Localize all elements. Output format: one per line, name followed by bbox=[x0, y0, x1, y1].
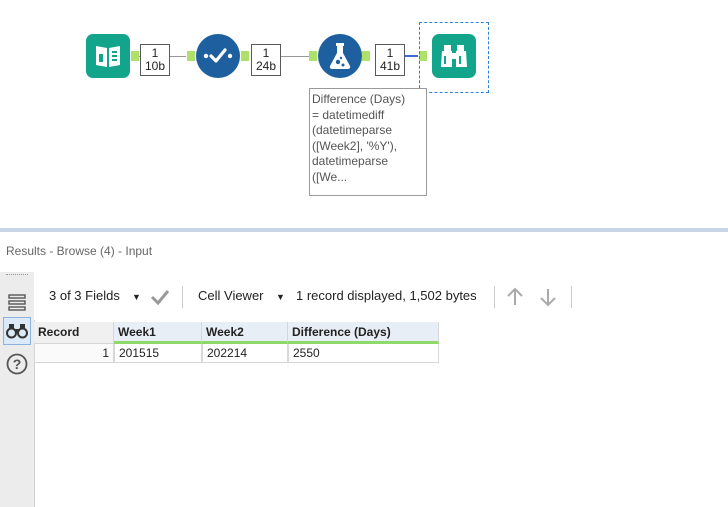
output-anchor[interactable] bbox=[131, 51, 139, 61]
results-toolbar: 3 of 3 Fields ▼ Cell Viewer ▼ 1 record d… bbox=[34, 272, 728, 320]
svg-text:?: ? bbox=[13, 356, 22, 372]
formula-tool[interactable] bbox=[318, 34, 362, 78]
input-anchor[interactable] bbox=[187, 51, 195, 61]
chevron-down-icon[interactable]: ▼ bbox=[132, 292, 141, 302]
column-header-difference-days[interactable]: Difference (Days) bbox=[288, 322, 439, 344]
output-anchor[interactable] bbox=[241, 51, 249, 61]
select-tool[interactable] bbox=[196, 34, 240, 78]
badge-size: 41b bbox=[379, 59, 401, 73]
input-anchor[interactable] bbox=[309, 51, 317, 61]
toolbar-divider bbox=[494, 286, 495, 308]
chevron-down-icon[interactable]: ▼ bbox=[276, 292, 285, 302]
grip-handle[interactable] bbox=[6, 274, 28, 278]
apply-check-icon[interactable] bbox=[150, 289, 170, 305]
record-count-badge: 1 24b bbox=[251, 44, 281, 76]
binoculars-icon bbox=[6, 324, 28, 339]
help-button[interactable]: ? bbox=[3, 350, 31, 378]
toolbar-divider bbox=[571, 286, 572, 308]
checkmark-icon bbox=[203, 48, 233, 63]
arrow-up-icon[interactable] bbox=[506, 287, 524, 307]
browse-tool[interactable] bbox=[432, 34, 476, 78]
cell-viewer-selector[interactable]: Cell Viewer bbox=[198, 288, 264, 303]
connection-line bbox=[405, 55, 418, 57]
help-icon: ? bbox=[6, 353, 28, 375]
book-icon bbox=[96, 46, 120, 67]
table-cell-week2[interactable]: 202214 bbox=[202, 344, 288, 363]
toolbar-divider bbox=[182, 286, 183, 308]
table-cell-difference[interactable]: 2550 bbox=[288, 344, 439, 363]
record-status: 1 record displayed, 1,502 bytes bbox=[296, 288, 477, 303]
column-header-week1[interactable]: Week1 bbox=[114, 322, 202, 344]
record-number-cell: 1 bbox=[34, 344, 114, 363]
connection-line bbox=[281, 56, 309, 57]
browse-view-button[interactable] bbox=[3, 317, 31, 345]
binoculars-icon bbox=[441, 45, 467, 67]
badge-size: 10b bbox=[144, 59, 166, 73]
fields-selector[interactable]: 3 of 3 Fields bbox=[49, 288, 120, 303]
record-count-badge: 1 10b bbox=[140, 44, 170, 76]
output-anchor[interactable] bbox=[362, 51, 370, 61]
workflow-canvas[interactable]: 1 10b 1 24b 1 41b Difference (Days) = da… bbox=[0, 0, 728, 228]
table-cell-week1[interactable]: 201515 bbox=[114, 344, 202, 363]
connection-line bbox=[170, 56, 186, 57]
results-window-title: Results - Browse (4) - Input bbox=[6, 244, 153, 258]
record-count-badge: 1 41b bbox=[375, 44, 405, 76]
pane-splitter[interactable] bbox=[0, 228, 728, 232]
badge-size: 24b bbox=[255, 59, 277, 73]
column-header-week2[interactable]: Week2 bbox=[202, 322, 288, 344]
arrow-down-icon[interactable] bbox=[539, 287, 557, 307]
list-icon bbox=[8, 294, 26, 311]
flask-icon bbox=[329, 43, 351, 69]
data-view-button[interactable] bbox=[3, 288, 31, 316]
column-header-record[interactable]: Record bbox=[34, 322, 114, 344]
formula-annotation: Difference (Days) = datetimediff (dateti… bbox=[309, 88, 427, 196]
input-data-tool[interactable] bbox=[86, 34, 130, 78]
